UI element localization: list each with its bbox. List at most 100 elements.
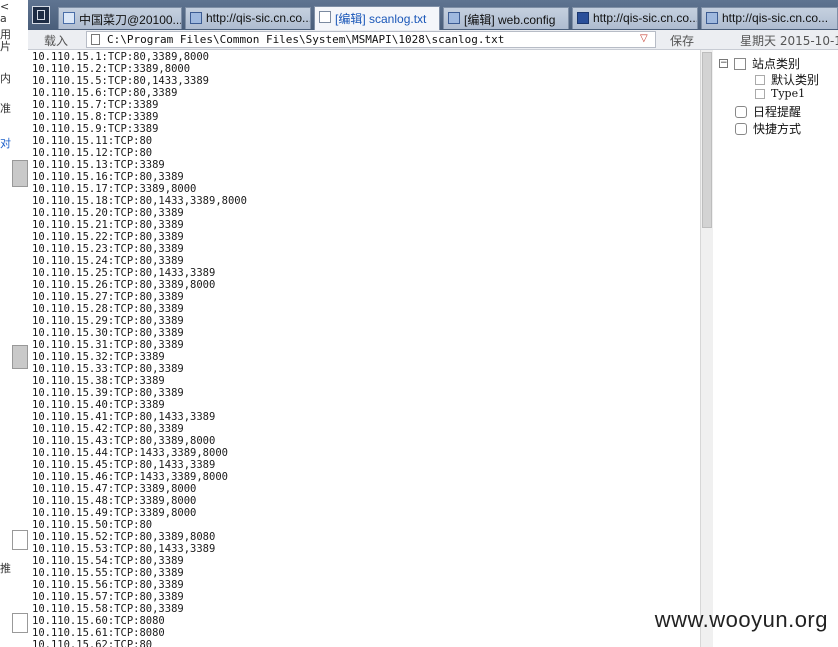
- log-line: 10.110.15.33:TCP:80,3389: [32, 363, 184, 375]
- site-tree-panel: − 站点类别 默认类别 Type1 日程提醒 快捷方式: [713, 50, 838, 647]
- background-window-edge: < a 用 片 内 准 对 推: [0, 0, 29, 647]
- log-line: 10.110.15.38:TCP:3389: [32, 375, 165, 387]
- log-line: 10.110.15.22:TCP:80,3389: [32, 231, 184, 243]
- log-line: 10.110.15.43:TCP:80,3389,8000: [32, 435, 216, 447]
- tab-qis-site-1[interactable]: http://qis-sic.cn.co...: [185, 7, 311, 29]
- tab-qis-site-3[interactable]: http://qis-sic.cn.co...: [701, 7, 838, 29]
- tree-item-default-category[interactable]: 默认类别: [755, 71, 819, 88]
- tab-edit-webconfig[interactable]: [编辑] web.config: [443, 7, 569, 29]
- tree-label: Type1: [771, 87, 806, 100]
- tab-qis-site-2[interactable]: http://qis-sic.cn.co...: [572, 7, 698, 29]
- background-scroll-block: [12, 160, 28, 187]
- left-char: a: [0, 12, 7, 25]
- load-button[interactable]: 载入: [44, 32, 68, 49]
- app-menu-button[interactable]: [32, 6, 50, 24]
- left-char: 推: [0, 562, 11, 575]
- editor-toolbar: 载入 C:\Program Files\Common Files\System\…: [28, 30, 838, 50]
- document-icon: [319, 11, 331, 23]
- log-line: 10.110.15.20:TCP:80,3389: [32, 207, 184, 219]
- log-line: 10.110.15.47:TCP:3389,8000: [32, 483, 197, 495]
- background-field: [12, 530, 28, 550]
- node-icon: [755, 74, 765, 85]
- node-icon: [755, 88, 765, 99]
- log-line: 10.110.15.60:TCP:8080: [32, 615, 165, 627]
- log-line: 10.110.15.13:TCP:3389: [32, 159, 165, 171]
- log-line: 10.110.15.45:TCP:80,1433,3389: [32, 459, 216, 471]
- log-line: 10.110.15.27:TCP:80,3389: [32, 291, 184, 303]
- file-path-text: C:\Program Files\Common Files\System\MSM…: [107, 33, 505, 46]
- tree-item-site-category[interactable]: − 站点类别: [719, 55, 800, 72]
- scrollbar-thumb[interactable]: [702, 52, 712, 228]
- tree-item-type1[interactable]: Type1: [755, 87, 805, 100]
- log-line: 10.110.15.50:TCP:80: [32, 519, 153, 531]
- left-char: 内: [0, 72, 11, 85]
- log-line: 10.110.15.40:TCP:3389: [32, 399, 165, 411]
- calendar-icon: [735, 105, 747, 118]
- log-line: 10.110.15.26:TCP:80,3389,8000: [32, 279, 216, 291]
- log-line: 10.110.15.5:TCP:80,1433,3389: [32, 75, 210, 87]
- vertical-scrollbar[interactable]: [700, 50, 713, 647]
- log-line: 10.110.15.28:TCP:80,3389: [32, 303, 184, 315]
- tree-item-shortcuts[interactable]: 快捷方式: [735, 120, 801, 137]
- log-lines: 10.110.15.1:TCP:80,3389,8000 10.110.15.2:…: [32, 51, 247, 647]
- log-line: 10.110.15.21:TCP:80,3389: [32, 219, 184, 231]
- window-icon: [63, 12, 75, 24]
- log-line: 10.110.15.42:TCP:80,3389: [32, 423, 184, 435]
- log-line: 10.110.15.56:TCP:80,3389: [32, 579, 184, 591]
- log-line: 10.110.15.12:TCP:80: [32, 147, 153, 159]
- cube-icon: [577, 12, 589, 24]
- log-line: 10.110.15.24:TCP:80,3389: [32, 255, 184, 267]
- log-line: 10.110.15.18:TCP:80,1433,3389,8000: [32, 195, 247, 207]
- log-line: 10.110.15.25:TCP:80,1433,3389: [32, 267, 216, 279]
- tab-label: http://qis-sic.cn.co...: [206, 11, 311, 25]
- log-line: 10.110.15.58:TCP:80,3389: [32, 603, 184, 615]
- log-line: 10.110.15.16:TCP:80,3389: [32, 171, 184, 183]
- log-line: 10.110.15.62:TCP:80: [32, 639, 153, 647]
- log-line: 10.110.15.17:TCP:3389,8000: [32, 183, 197, 195]
- tree-label: 日程提醒: [753, 105, 802, 119]
- chevron-down-icon[interactable]: ▽: [640, 34, 650, 44]
- log-line: 10.110.15.8:TCP:3389: [32, 111, 159, 123]
- collapse-icon[interactable]: −: [719, 59, 728, 68]
- folder-icon: [734, 57, 746, 70]
- log-line: 10.110.15.61:TCP:8080: [32, 627, 165, 639]
- left-char: 片: [0, 40, 11, 53]
- log-line: 10.110.15.41:TCP:80,1433,3389: [32, 411, 216, 423]
- log-line: 10.110.15.48:TCP:3389,8000: [32, 495, 197, 507]
- log-line: 10.110.15.7:TCP:3389: [32, 99, 159, 111]
- log-line: 10.110.15.31:TCP:80,3389: [32, 339, 184, 351]
- background-scroll-block: [12, 345, 28, 369]
- grid-icon: [706, 12, 718, 24]
- tab-label: [编辑] scanlog.txt: [335, 12, 427, 26]
- tab-edit-scanlog[interactable]: [编辑] scanlog.txt: [314, 6, 440, 30]
- shortcut-icon: [735, 122, 747, 135]
- log-line: 10.110.15.29:TCP:80,3389: [32, 315, 184, 327]
- log-line: 10.110.15.6:TCP:80,3389: [32, 87, 178, 99]
- tree-label: 站点类别: [752, 57, 801, 71]
- left-char: 准: [0, 102, 11, 115]
- log-line: 10.110.15.2:TCP:3389,8000: [32, 63, 191, 75]
- tab-caidao-shell[interactable]: 中国菜刀@20100...: [58, 7, 182, 29]
- left-link-char[interactable]: 对: [0, 135, 11, 151]
- log-line: 10.110.15.1:TCP:80,3389,8000: [32, 51, 210, 63]
- log-line: 10.110.15.44:TCP:1433,3389,8000: [32, 447, 228, 459]
- file-content-textarea[interactable]: 10.110.15.1:TCP:80,3389,8000 10.110.15.2:…: [28, 50, 700, 647]
- tab-label: [编辑] web.config: [464, 13, 556, 27]
- log-line: 10.110.15.39:TCP:80,3389: [32, 387, 184, 399]
- tree-label: 快捷方式: [753, 122, 802, 136]
- date-display: 星期天 2015-10-11: [740, 34, 838, 48]
- tab-label: 中国菜刀@20100...: [79, 13, 182, 27]
- log-line: 10.110.15.46:TCP:1433,3389,8000: [32, 471, 228, 483]
- log-line: 10.110.15.32:TCP:3389: [32, 351, 165, 363]
- log-line: 10.110.15.55:TCP:80,3389: [32, 567, 184, 579]
- log-line: 10.110.15.57:TCP:80,3389: [32, 591, 184, 603]
- save-button[interactable]: 保存: [670, 32, 694, 49]
- log-line: 10.110.15.11:TCP:80: [32, 135, 153, 147]
- watermark: www.wooyun.org: [654, 607, 828, 632]
- log-line: 10.110.15.30:TCP:80,3389: [32, 327, 184, 339]
- tree-item-schedule[interactable]: 日程提醒: [735, 103, 801, 120]
- file-path-input[interactable]: C:\Program Files\Common Files\System\MSM…: [86, 31, 656, 48]
- log-line: 10.110.15.9:TCP:3389: [32, 123, 159, 135]
- background-field: [12, 613, 28, 633]
- log-line: 10.110.15.23:TCP:80,3389: [32, 243, 184, 255]
